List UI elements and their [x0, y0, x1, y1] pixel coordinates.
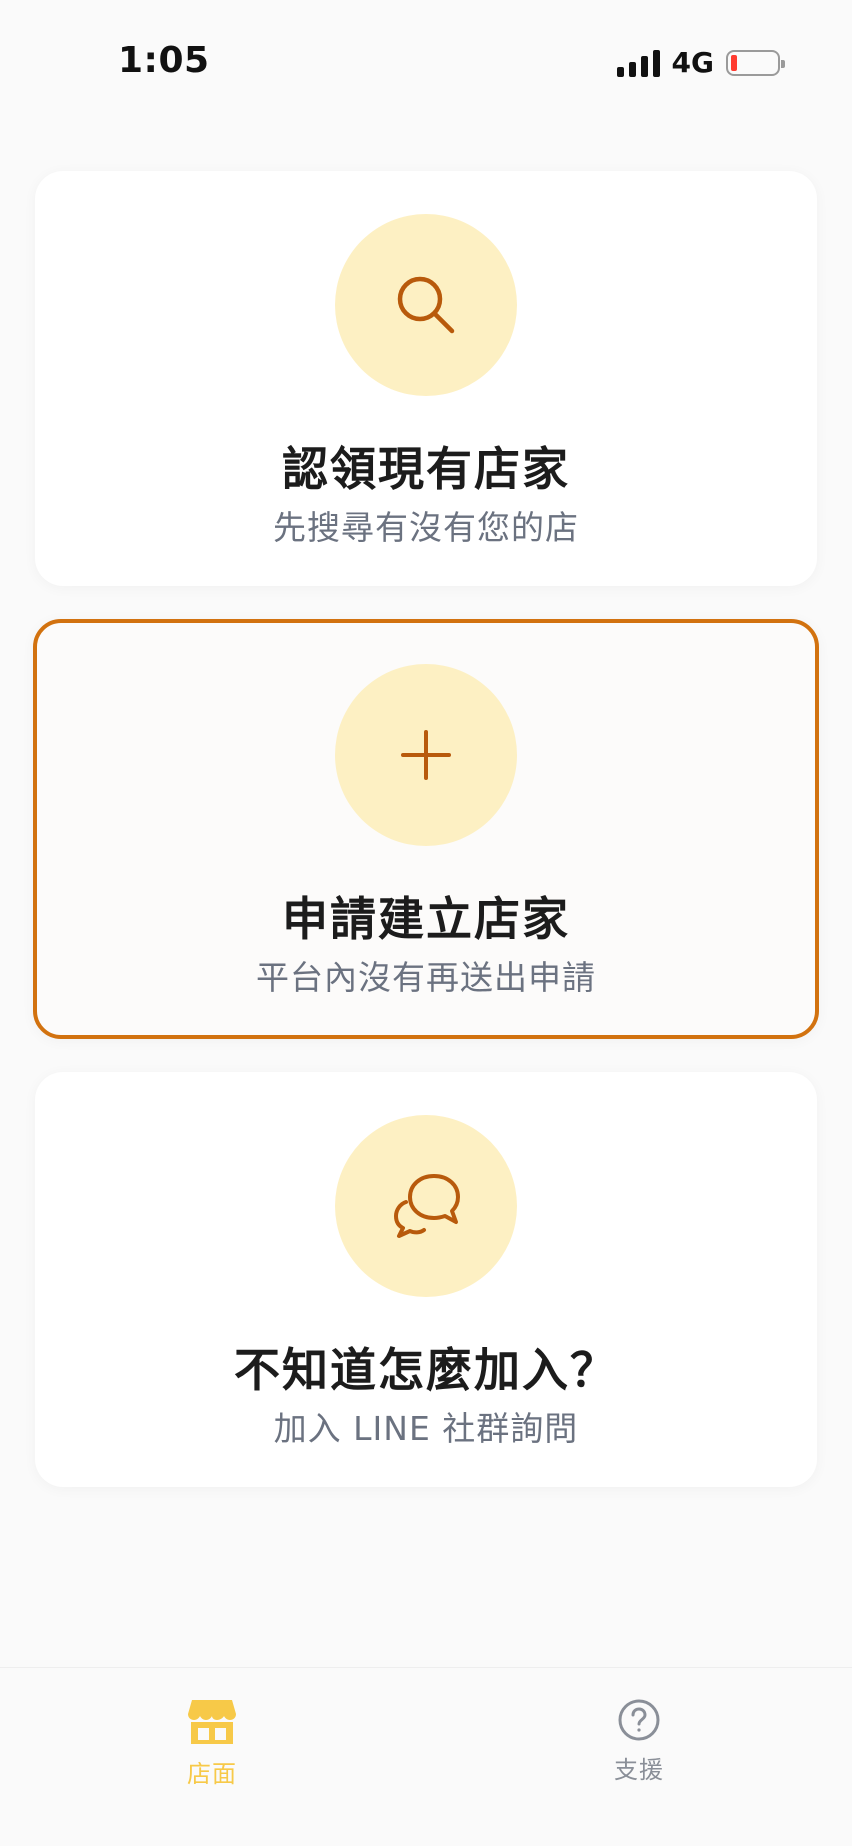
create-store-card[interactable]: 申請建立店家 平台內沒有再送出申請: [33, 619, 819, 1039]
claim-store-card[interactable]: 認領現有店家 先搜尋有沒有您的店: [35, 171, 817, 586]
claim-store-icon-circle: [335, 214, 517, 396]
tab-support-label: 支援: [614, 1756, 664, 1784]
create-store-subtitle: 平台內沒有再送出申請: [256, 958, 596, 997]
plus-icon: [401, 730, 451, 780]
join-help-icon-circle: [335, 1115, 517, 1297]
status-indicators: 4G: [616, 46, 785, 79]
signal-icon: [616, 49, 660, 77]
battery-level: [731, 54, 737, 71]
create-store-icon-circle: [335, 664, 517, 846]
chat-bubbles-icon: [394, 1174, 460, 1238]
create-store-title: 申請建立店家: [282, 892, 570, 946]
search-icon: [397, 276, 455, 334]
bottom-tab-bar: 店面 支援: [0, 1667, 852, 1846]
status-time: 1:05: [118, 40, 210, 81]
tab-support[interactable]: 支援: [579, 1698, 699, 1785]
join-help-title: 不知道怎麼加入？: [234, 1343, 618, 1397]
tab-store-label: 店面: [187, 1760, 237, 1788]
status-bar: 1:05 4G: [0, 0, 852, 130]
help-circle-icon: [618, 1699, 660, 1741]
claim-store-subtitle: 先搜尋有沒有您的店: [273, 508, 579, 547]
claim-store-title: 認領現有店家: [282, 442, 570, 496]
store-icon: [188, 1700, 236, 1744]
join-help-card[interactable]: 不知道怎麼加入？ 加入 LINE 社群詢問: [35, 1072, 817, 1487]
tab-store[interactable]: 店面: [152, 1698, 272, 1789]
battery-low-icon: [726, 49, 785, 76]
network-type: 4G: [671, 46, 714, 79]
join-help-subtitle: 加入 LINE 社群詢問: [273, 1409, 579, 1448]
